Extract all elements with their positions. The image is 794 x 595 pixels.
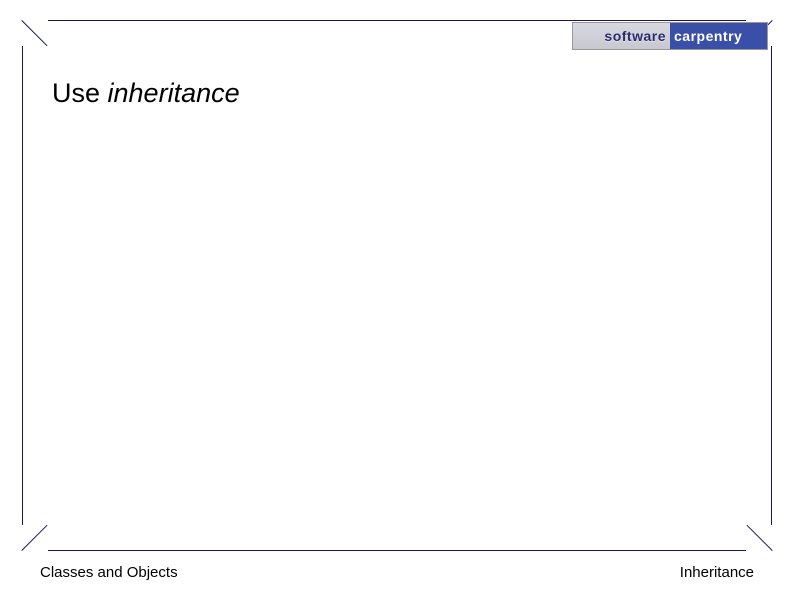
heading-emphasis: inheritance bbox=[108, 78, 240, 108]
footer-left: Classes and Objects bbox=[40, 564, 178, 581]
slide: software carpentry Use inheritance Class… bbox=[0, 0, 794, 595]
corner-cut-bl bbox=[22, 525, 48, 551]
corner-cut-tl bbox=[22, 20, 48, 46]
footer-right: Inheritance bbox=[680, 564, 754, 581]
heading-prefix: Use bbox=[52, 78, 108, 108]
corner-cut-br bbox=[746, 525, 772, 551]
software-carpentry-logo: software carpentry bbox=[572, 22, 768, 50]
slide-heading: Use inheritance bbox=[52, 78, 240, 109]
logo-left-text: software bbox=[573, 23, 670, 49]
logo-right-text: carpentry bbox=[670, 23, 767, 49]
